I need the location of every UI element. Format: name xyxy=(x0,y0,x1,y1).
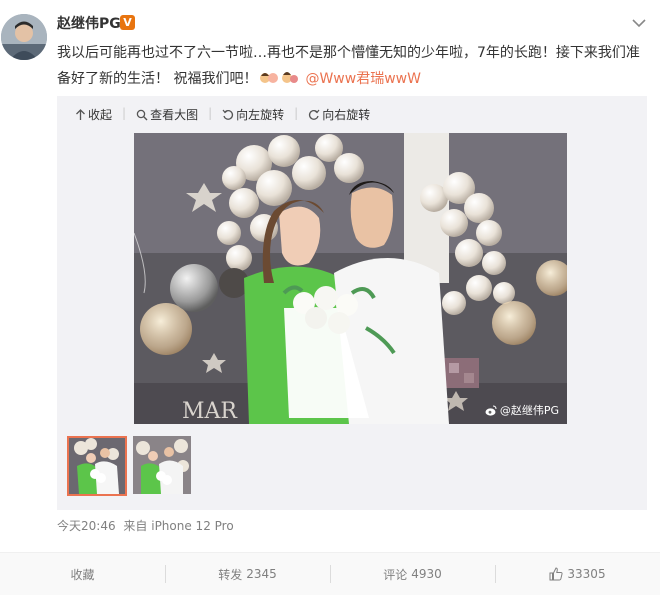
rotate-left-label: 向左旋转 xyxy=(236,108,285,122)
repost-count: 2345 xyxy=(246,567,277,581)
rotate-right-label: 向右旋转 xyxy=(322,108,371,122)
comment-label: 评论 xyxy=(383,567,408,582)
collapse-button[interactable]: 收起 xyxy=(75,106,112,123)
rotate-left-icon xyxy=(222,109,234,120)
heart-kiss-emoji-icon xyxy=(281,69,299,85)
avatar[interactable] xyxy=(1,14,47,60)
rotate-right-icon xyxy=(309,109,320,120)
toolbar-divider: | xyxy=(294,106,299,120)
rotate-left-button[interactable]: 向左旋转 xyxy=(222,106,284,123)
photo-backdrop-letters: MAR xyxy=(182,399,238,424)
view-large-label: 查看大图 xyxy=(150,108,199,122)
repost-label: 转发 xyxy=(218,567,243,582)
main-photo[interactable]: MAR @赵继伟PG xyxy=(134,133,567,424)
repost-button[interactable]: 转发 2345 xyxy=(165,553,330,595)
media-expanded-panel: 收起 | 查看大图 | 向左旋转 | 向右旋转 MAR @赵继伟PG xyxy=(57,96,647,510)
post-text: 我以后可能再也过不了六一节啦…再也不是那个懵懂无知的少年啦，7年的长跑！接下来我… xyxy=(57,40,647,92)
view-large-button[interactable]: 查看大图 xyxy=(136,106,198,123)
watermark-text: @赵继伟PG xyxy=(499,404,559,417)
collapse-arrow-icon xyxy=(76,108,85,120)
more-options-chevron-icon[interactable] xyxy=(632,16,646,32)
thumbnail-1-selected[interactable] xyxy=(67,436,127,496)
like-button[interactable]: 33305 xyxy=(495,553,660,595)
like-count: 33305 xyxy=(567,567,606,581)
thumbs-up-icon xyxy=(549,567,563,581)
media-toolbar: 收起 | 查看大图 | 向左旋转 | 向右旋转 xyxy=(75,106,380,123)
comment-count: 4930 xyxy=(411,567,442,581)
action-bar: 收藏 转发 2345 评论 4930 33305 xyxy=(0,552,660,595)
favorite-label: 收藏 xyxy=(70,567,95,582)
weibo-logo-icon xyxy=(485,405,497,416)
username[interactable]: 赵继伟PG xyxy=(57,13,121,33)
rotate-right-button[interactable]: 向右旋转 xyxy=(308,106,370,123)
post-timestamp[interactable]: 今天20:46 xyxy=(57,519,116,533)
toolbar-divider: | xyxy=(122,106,127,120)
favorite-button[interactable]: 收藏 xyxy=(0,553,165,595)
magnifier-icon xyxy=(136,109,148,120)
photo-watermark: @赵继伟PG xyxy=(485,402,559,418)
post-source[interactable]: 来自 iPhone 12 Pro xyxy=(123,519,233,533)
mention-link[interactable]: @Www君瑞wwW xyxy=(305,71,421,87)
thumbnail-2[interactable] xyxy=(133,436,191,494)
verified-badge-icon: V xyxy=(120,15,135,30)
collapse-label: 收起 xyxy=(88,108,113,122)
couple-emoji-icon xyxy=(260,69,279,85)
post-meta: 今天20:46 来自 iPhone 12 Pro xyxy=(57,517,238,534)
comment-button[interactable]: 评论 4930 xyxy=(330,553,495,595)
toolbar-divider: | xyxy=(208,106,213,120)
